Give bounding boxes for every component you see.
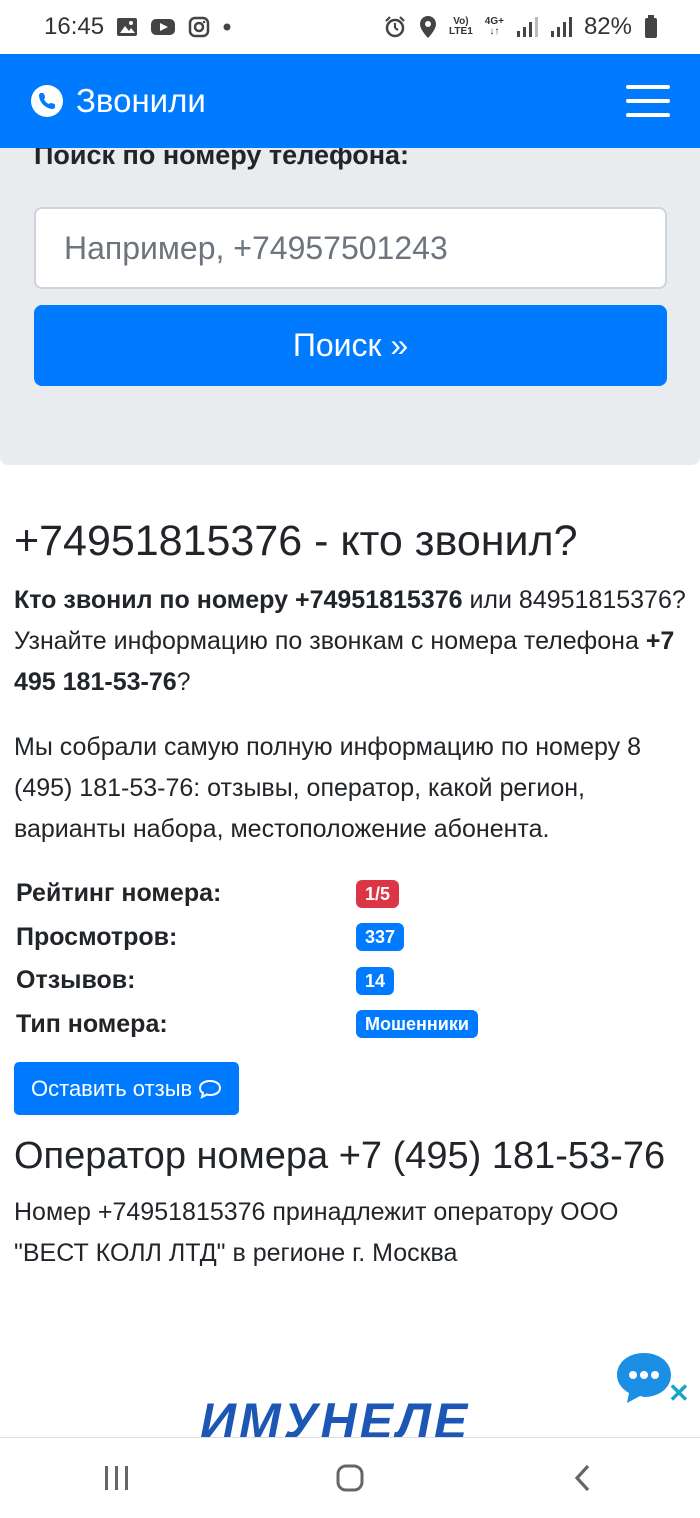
stat-row-reviews: Отзывов: 14 [14,959,690,1003]
youtube-icon [150,17,176,37]
gallery-icon [116,17,138,37]
stat-label: Тип номера: [16,1009,168,1038]
views-badge: 337 [356,923,405,952]
volte-indicator: Vo) LTE1 [449,16,473,37]
main-content: +74951815376 - кто звонил? Кто звонил по… [14,510,690,1274]
stat-row-views: Просмотров: 337 [14,916,690,960]
leave-review-button[interactable]: Оставить отзыв [14,1062,240,1115]
stats-table: Рейтинг номера: 1/5 Просмотров: 337 Отзы… [14,872,690,1046]
stat-row-type: Тип номера: Мошенники [14,1003,690,1047]
chat-close-icon[interactable]: ✕ [668,1378,690,1409]
clock: 16:45 [44,13,105,40]
search-section: Поиск по номеру телефона: Поиск » [0,148,700,465]
leave-review-label: Оставить отзыв [31,1075,193,1101]
recent-apps-icon[interactable] [77,1448,157,1508]
system-navigation-bar [0,1437,700,1518]
brand-name: Звонили [76,82,206,119]
intro-paragraph: Кто звонил по номеру +74951815376 или 84… [14,580,690,703]
operator-paragraph: Номер +74951815376 принадлежит оператору… [14,1198,619,1267]
instagram-icon [188,16,210,38]
chat-widget-icon[interactable] [614,1350,674,1406]
stat-label: Отзывов: [16,966,136,995]
page-title: +74951815376 - кто звонил? [14,517,578,565]
intro-bold-number: Кто звонил по номеру +74951815376 [14,586,463,614]
type-badge: Мошенники [356,1010,478,1039]
back-icon[interactable] [543,1448,623,1508]
status-bar: 16:45 Vo) LTE1 4G+ ↓↑ 82% [0,0,700,54]
network-type-indicator: 4G+ ↓↑ [484,16,504,37]
signal-icon-2 [550,16,572,38]
search-title: Поиск по номеру телефона: [34,148,410,170]
battery-percent: 82% [583,13,632,40]
operator-heading: Оператор номера +7 (495) 181-53-76 [14,1135,666,1177]
stat-row-rating: Рейтинг номера: 1/5 [14,872,690,916]
home-icon[interactable] [310,1448,390,1508]
hamburger-menu-icon[interactable] [626,85,670,117]
status-bar-left: 16:45 [44,13,232,41]
brand-link[interactable]: Звонили [30,82,206,120]
stat-label: Рейтинг номера: [16,879,222,908]
info-paragraph: Мы собрали самую полную информацию по но… [14,733,641,843]
status-bar-right: Vo) LTE1 4G+ ↓↑ 82% [383,13,658,41]
rating-badge: 1/5 [356,879,400,908]
signal-icon-1 [516,16,538,38]
navbar: Звонили [0,54,700,148]
alarm-icon [383,15,407,39]
battery-icon [644,15,658,39]
notification-dot-icon [222,22,232,32]
intro-end: ? [176,668,191,696]
comment-icon [198,1079,222,1099]
reviews-badge: 14 [356,966,395,995]
stat-label: Просмотров: [16,922,178,951]
location-icon [419,15,437,39]
search-button[interactable]: Поиск » [34,305,667,386]
phone-icon [30,84,64,118]
phone-search-input[interactable] [34,207,667,289]
